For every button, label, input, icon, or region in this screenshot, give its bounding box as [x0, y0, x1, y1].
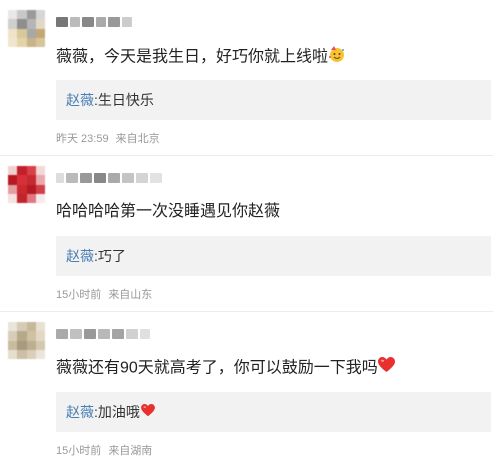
- comment-list: 薇薇，今天是我生日，好巧你就上线啦 赵薇: 生日快乐 昨天 23:59 来自北京 …: [0, 0, 493, 470]
- username-blurred[interactable]: [56, 328, 156, 340]
- red-heart-emoji-icon: [140, 404, 155, 420]
- username-blurred[interactable]: [56, 16, 136, 28]
- comment-location: 来自湖南: [108, 445, 153, 457]
- reply-text: 加油哦: [97, 404, 140, 420]
- comment-location: 来自北京: [115, 133, 160, 145]
- reply-box: 赵薇: 加油哦: [56, 392, 491, 432]
- comment-meta: 15小时前 来自山东: [56, 286, 152, 302]
- comment-item: 薇薇还有90天就高考了，你可以鼓励一下我吗 赵薇: 加油哦 15小时前 来自湖南: [0, 312, 493, 470]
- comment-text: 哈哈哈哈第一次没睡遇见你赵薇: [56, 203, 281, 220]
- avatar[interactable]: [8, 166, 45, 203]
- avatar[interactable]: [8, 10, 45, 47]
- comment-item: 哈哈哈哈第一次没睡遇见你赵薇 赵薇: 巧了 15小时前 来自山东: [0, 156, 493, 312]
- comment-item: 薇薇，今天是我生日，好巧你就上线啦 赵薇: 生日快乐 昨天 23:59 来自北京: [0, 0, 493, 156]
- comment-meta: 昨天 23:59 来自北京: [56, 130, 160, 146]
- comment-time: 15小时前: [56, 289, 102, 301]
- comment-location: 来自山东: [108, 289, 153, 301]
- comment-meta: 15小时前 来自湖南: [56, 442, 152, 458]
- reply-text: 生日快乐: [97, 92, 154, 108]
- reply-box: 赵薇: 巧了: [56, 236, 491, 276]
- avatar[interactable]: [8, 322, 45, 359]
- reply-box: 赵薇: 生日快乐: [56, 80, 491, 120]
- comment-text: 薇薇，今天是我生日，好巧你就上线啦: [56, 45, 346, 70]
- party-face-emoji-icon: [328, 45, 346, 70]
- red-heart-emoji-icon: [377, 357, 395, 380]
- comment-time: 15小时前: [56, 445, 102, 457]
- reply-text: 巧了: [97, 248, 126, 264]
- reply-author-link[interactable]: 赵薇: [66, 90, 94, 110]
- reply-author-link[interactable]: 赵薇: [66, 402, 94, 422]
- comment-time: 昨天 23:59: [56, 133, 109, 145]
- username-blurred[interactable]: [56, 172, 166, 184]
- reply-author-link[interactable]: 赵薇: [66, 246, 94, 266]
- comment-text: 薇薇还有90天就高考了，你可以鼓励一下我吗: [56, 357, 395, 380]
